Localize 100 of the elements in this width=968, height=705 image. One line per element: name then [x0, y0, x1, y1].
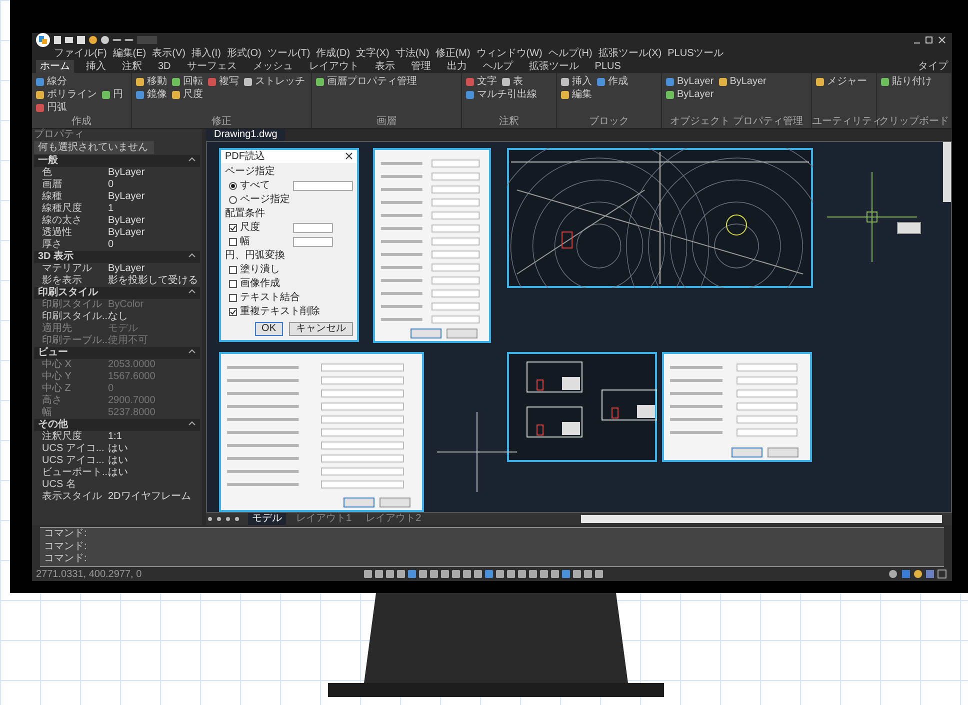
- viewcube-drawing: [897, 222, 921, 234]
- checkbox[interactable]: [229, 308, 237, 316]
- menu-item[interactable]: PLUSツール: [668, 47, 724, 60]
- value-field[interactable]: [293, 236, 333, 246]
- tool-button[interactable]: 表: [513, 75, 523, 88]
- ribbon-tab[interactable]: 表示: [370, 60, 399, 73]
- tool-button[interactable]: 複写: [219, 75, 239, 88]
- ribbon-tab[interactable]: メッシュ: [248, 60, 297, 73]
- checkbox[interactable]: [229, 280, 237, 288]
- property-value[interactable]: はい: [108, 443, 128, 455]
- property-value[interactable]: 1: [108, 203, 114, 215]
- menu-item[interactable]: 挿入(I): [191, 47, 221, 60]
- tool-button[interactable]: 線分: [47, 75, 67, 88]
- ribbon-tab[interactable]: サーフェス: [182, 60, 241, 73]
- menu-item[interactable]: ヘルプ(H): [548, 47, 592, 60]
- property-value[interactable]: 影を投影して受ける: [108, 275, 198, 287]
- layout-tab[interactable]: モデル: [248, 513, 286, 525]
- tool-button[interactable]: 編集: [572, 88, 592, 101]
- coordinates-readout: 2771.0331, 400.2977, 0: [36, 568, 143, 580]
- checkmark-icon: [230, 308, 236, 314]
- menu-item[interactable]: 形式(O): [226, 47, 262, 60]
- menu-item[interactable]: 修正(M): [435, 47, 470, 60]
- checkbox[interactable]: [229, 238, 237, 246]
- ribbon-tab[interactable]: PLUS: [590, 60, 625, 73]
- menu-item[interactable]: 寸法(N): [395, 47, 430, 60]
- property-value[interactable]: 0: [108, 179, 114, 191]
- tool-button[interactable]: 挿入: [572, 75, 592, 88]
- property-value[interactable]: 2Dワイヤフレーム: [108, 491, 191, 503]
- checkbox[interactable]: [229, 224, 237, 232]
- section-header[interactable]: その他: [38, 419, 68, 431]
- tool-button[interactable]: ストレッチ: [255, 75, 305, 88]
- tool-button[interactable]: ByLayer: [677, 75, 714, 88]
- layout-tab[interactable]: レイアウト1: [292, 513, 356, 525]
- tool-button[interactable]: ポリライン: [47, 88, 97, 101]
- checkbox[interactable]: [229, 294, 237, 302]
- tool-button[interactable]: 文字: [477, 75, 497, 88]
- tool-button[interactable]: 貼り付け: [892, 75, 932, 88]
- tool-button[interactable]: 作成: [608, 75, 628, 88]
- ribbon-tab[interactable]: 出力: [442, 60, 471, 73]
- ribbon-tab[interactable]: 拡張ツール: [524, 60, 583, 73]
- selection-dropdown[interactable]: 何も選択されていません: [34, 141, 154, 154]
- property-value[interactable]: ByLayer: [108, 227, 145, 239]
- menu-item[interactable]: 拡張ツール(X): [598, 47, 662, 60]
- property-name: 幅: [41, 407, 53, 419]
- page-field[interactable]: [293, 180, 353, 190]
- section-header[interactable]: ビュー: [38, 347, 68, 359]
- checkbox-label: テキスト結合: [240, 291, 300, 304]
- tool-button[interactable]: メジャー: [827, 75, 867, 88]
- tool-button[interactable]: 円弧: [47, 101, 67, 114]
- radio-button[interactable]: [229, 196, 237, 204]
- tool-button[interactable]: ByLayer: [730, 75, 766, 88]
- tool-button[interactable]: マルチ引出線: [477, 88, 537, 101]
- section-header[interactable]: 一般: [38, 155, 58, 167]
- menu-item[interactable]: ファイル(F): [54, 47, 107, 60]
- checkbox-label: 幅: [240, 235, 250, 248]
- panel-title: プロパティ: [34, 129, 85, 141]
- property-value[interactable]: ByLayer: [108, 167, 145, 179]
- property-value[interactable]: なし: [108, 311, 128, 323]
- tool-button[interactable]: 尺度: [183, 88, 203, 101]
- tool-button[interactable]: ByLayer: [677, 88, 714, 101]
- radio-button[interactable]: [229, 182, 237, 190]
- document-tab[interactable]: Drawing1.dwg: [206, 129, 286, 141]
- property-value[interactable]: はい: [108, 467, 128, 479]
- menu-item[interactable]: ウィンドウ(W): [476, 47, 542, 60]
- menu-item[interactable]: 表示(V): [152, 47, 186, 60]
- value-field[interactable]: [293, 222, 333, 232]
- tool-button[interactable]: 画層プロパティ管理: [327, 75, 417, 88]
- checkbox-label: 重複テキスト削除: [240, 305, 320, 318]
- tool-button[interactable]: 円: [113, 88, 123, 101]
- ribbon-tab[interactable]: レイアウト: [304, 60, 363, 73]
- dialog-button[interactable]: OK: [254, 322, 283, 336]
- tool-icon: [315, 76, 325, 86]
- menu-item[interactable]: 作成(D): [316, 47, 350, 60]
- property-value[interactable]: ByLayer: [108, 215, 145, 227]
- property-value[interactable]: 0: [108, 239, 114, 251]
- ribbon-tab[interactable]: 挿入: [82, 60, 110, 73]
- ribbon-tab[interactable]: 注釈: [118, 60, 146, 73]
- dialog-title: PDF読込: [225, 150, 265, 163]
- property-value[interactable]: 1:1: [108, 431, 122, 443]
- property-name: 色: [41, 167, 53, 179]
- property-value[interactable]: ByLayer: [108, 191, 145, 203]
- horizontal-scrollbar[interactable]: [581, 515, 942, 523]
- ribbon-tab[interactable]: ホーム: [36, 60, 74, 73]
- ribbon-tab[interactable]: 管理: [406, 60, 435, 73]
- property-name: 透過性: [41, 227, 73, 239]
- ribbon-tab[interactable]: 3D: [154, 60, 175, 73]
- property-value[interactable]: ByLayer: [108, 263, 145, 275]
- menu-item[interactable]: 文字(X): [356, 47, 390, 60]
- dialog-button[interactable]: キャンセル: [289, 322, 353, 336]
- ribbon-tab[interactable]: ヘルプ: [478, 60, 517, 73]
- property-value[interactable]: はい: [108, 455, 128, 467]
- menu-item[interactable]: 編集(E): [112, 47, 146, 60]
- command-line-text: コマンド:: [44, 553, 88, 566]
- checkbox[interactable]: [229, 266, 237, 274]
- layout-tab[interactable]: レイアウト2: [362, 513, 426, 525]
- tool-button[interactable]: 移動: [147, 75, 167, 88]
- tool-button[interactable]: 回転: [183, 75, 203, 88]
- menu-item[interactable]: ツール(T): [267, 47, 310, 60]
- ribbon-state-dropdown[interactable]: タイプ: [918, 60, 948, 73]
- tool-button[interactable]: 鏡像: [147, 88, 167, 101]
